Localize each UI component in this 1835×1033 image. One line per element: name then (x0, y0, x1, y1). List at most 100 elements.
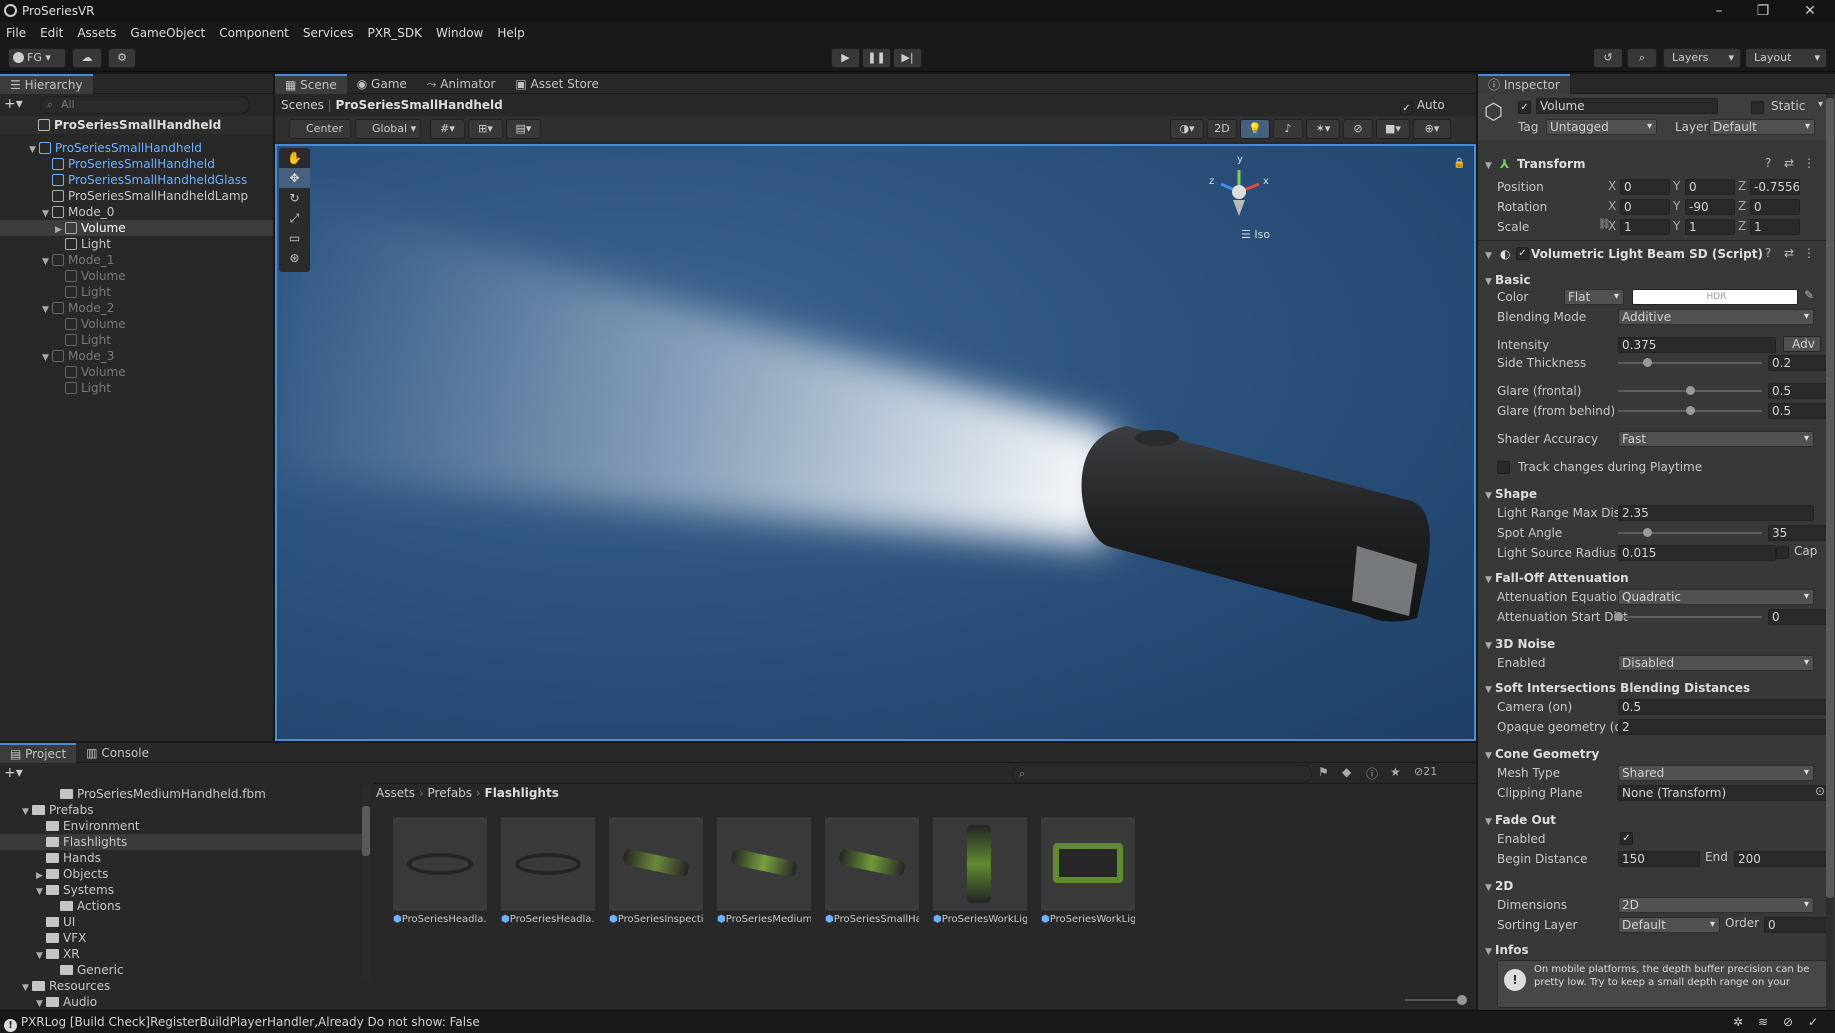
two-d-section[interactable]: ▼ 2D (1478, 876, 1835, 896)
scale-tool-button[interactable]: ⤢ (279, 208, 310, 228)
scene-viewport[interactable]: ✋ ✥ ↻ ⤢ ▭ ⊛ y x z ☰ Iso 🔒 (275, 144, 1476, 741)
prefab-asset[interactable]: ⬢ProSeriesHeadla... (393, 817, 487, 927)
hand-tool-button[interactable]: ✋ (279, 148, 310, 168)
script-enabled-checkbox[interactable]: ✓ (1516, 247, 1529, 260)
status-bar[interactable]: ! PXRLog [Build Check]RegisterBuildPlaye… (0, 1010, 1835, 1032)
step-button[interactable]: ▶| (893, 48, 922, 68)
static-checkbox[interactable] (1751, 101, 1764, 114)
hierarchy-item[interactable]: Volume (0, 268, 273, 284)
spot-angle-value[interactable]: 35 (1768, 525, 1830, 541)
info-icon[interactable]: ⓘ (1366, 765, 1378, 782)
filter-type-icon[interactable]: ⚑ (1318, 765, 1329, 779)
hierarchy-item[interactable]: ▼ ProSeriesSmallHandheld (0, 140, 273, 156)
search-button[interactable]: ⌕ (1627, 48, 1657, 68)
hierarchy-item[interactable]: ▼ Mode_2 (0, 300, 273, 316)
static-dropdown-icon[interactable]: ▾ (1818, 99, 1823, 110)
project-search-input[interactable]: ⌕ (1012, 765, 1312, 783)
lighting-toggle[interactable]: 💡 (1240, 119, 1270, 139)
side-thickness-slider-handle[interactable] (1642, 358, 1652, 367)
basic-section[interactable]: ▼ Basic (1478, 270, 1835, 290)
dimensions-dropdown[interactable]: 2D (1618, 897, 1814, 913)
scale-x-field[interactable]: 1 (1620, 219, 1670, 235)
audio-toggle[interactable]: ♪ (1273, 119, 1303, 139)
folder-item[interactable]: Environment (0, 818, 370, 834)
position-y-field[interactable]: 0 (1685, 179, 1735, 195)
grid-snap-button[interactable]: #▾ (430, 119, 465, 139)
menu-assets[interactable]: Assets (77, 26, 116, 40)
folder-item[interactable]: Generic (0, 962, 370, 978)
inspector-scrollbar[interactable] (1826, 94, 1834, 1010)
folder-item[interactable]: ▼ Systems (0, 882, 370, 898)
scale-z-field[interactable]: 1 (1750, 219, 1800, 235)
menu-pxr-sdk[interactable]: PXR_SDK (368, 26, 423, 40)
folder-item[interactable]: ▼ Audio (0, 994, 370, 1010)
snap-increment-button[interactable]: ⊞▾ (468, 119, 503, 139)
menu-services[interactable]: Services (303, 26, 354, 40)
end-distance-field[interactable]: 200 (1734, 851, 1830, 867)
rotation-x-field[interactable]: 0 (1620, 199, 1670, 215)
hierarchy-item[interactable]: ▼ Mode_3 (0, 348, 273, 364)
filter-label-icon[interactable]: ◆ (1342, 765, 1351, 779)
layers-icon[interactable]: ≋ (1758, 1011, 1768, 1033)
hierarchy-search-input[interactable]: ⌕ All (40, 96, 250, 114)
sorting-layer-dropdown[interactable]: Default (1618, 917, 1720, 933)
hierarchy-item[interactable]: ▼ Mode_1 (0, 252, 273, 268)
hierarchy-item[interactable]: ProSeriesSmallHandheldLamp (0, 188, 273, 204)
prefab-asset[interactable]: ⬢ProSeriesWorkLig... (933, 817, 1027, 927)
hierarchy-item[interactable]: ▶ Volume (0, 220, 273, 236)
folder-item[interactable]: Hands (0, 850, 370, 866)
hierarchy-item[interactable]: Light (0, 380, 273, 396)
script-header[interactable]: ▼ ◐ ✓ Volumetric Light Beam SD (Script) (1478, 244, 1835, 264)
spot-angle-slider[interactable] (1618, 532, 1762, 534)
network-icon[interactable]: ⊘ (1783, 1011, 1793, 1033)
transform-header[interactable]: ▼ ⅄ Transform (1478, 154, 1835, 174)
tab-animator[interactable]: ⤳ Animator (417, 74, 506, 94)
tab-scene[interactable]: ▦ Scene (275, 73, 347, 94)
breadcrumb-scenes[interactable]: Scenes (281, 98, 324, 112)
preset-icon[interactable]: ⇄ (1784, 156, 1794, 170)
cap-checkbox[interactable] (1776, 546, 1789, 559)
shape-section[interactable]: ▼ Shape (1478, 484, 1835, 504)
attenuation-start-value[interactable]: 0 (1768, 609, 1830, 625)
tab-hierarchy[interactable]: ☰ Hierarchy (0, 73, 93, 94)
light-range-field[interactable]: 2.35 (1618, 505, 1814, 521)
more-icon[interactable]: ⋮ (1803, 156, 1815, 170)
camera-dropdown[interactable]: ■▾ (1376, 119, 1410, 139)
scale-y-field[interactable]: 1 (1685, 219, 1735, 235)
attenuation-start-slider[interactable] (1618, 616, 1762, 618)
bug-icon[interactable]: ✲ (1733, 1011, 1743, 1033)
zoom-slider[interactable] (1405, 995, 1467, 1005)
glare-behind-slider-handle[interactable] (1686, 406, 1695, 415)
noise-section[interactable]: ▼ 3D Noise (1478, 634, 1835, 654)
cloud-button[interactable]: ☁ (72, 48, 102, 68)
position-z-field[interactable]: -0.7556 (1750, 179, 1800, 195)
folder-item[interactable]: ▼ Prefabs (0, 802, 370, 818)
layers-dropdown[interactable]: Layers ▾ (1663, 48, 1741, 68)
hierarchy-item[interactable]: Light (0, 236, 273, 252)
tab-project[interactable]: ▤ Project (0, 742, 77, 763)
menu-window[interactable]: Window (436, 26, 483, 40)
lock-icon[interactable]: 🔒 (1453, 158, 1465, 169)
breadcrumb-scene[interactable]: ProSeriesSmallHandheld (336, 98, 503, 112)
orientation-gizmo[interactable]: y x z (1207, 154, 1271, 226)
prefab-asset[interactable]: ⬢ProSeriesSmallHa... (825, 817, 919, 927)
glare-frontal-value[interactable]: 0.5 (1768, 383, 1830, 399)
folder-item[interactable]: Actions (0, 898, 370, 914)
track-changes-checkbox[interactable] (1497, 461, 1510, 474)
attenuation-start-slider-handle[interactable] (1614, 612, 1623, 621)
opaque-geometry-field[interactable]: 2 (1618, 719, 1830, 735)
eyedropper-icon[interactable]: ✎ (1804, 288, 1814, 302)
attenuation-equation-dropdown[interactable]: Quadratic (1618, 589, 1814, 605)
hierarchy-item[interactable]: ▼ Mode_0 (0, 204, 273, 220)
hierarchy-item[interactable]: ProSeriesSmallHandheldGlass (0, 172, 273, 188)
rotation-y-field[interactable]: -90 (1685, 199, 1735, 215)
infos-section[interactable]: ▼ Infos (1478, 940, 1835, 960)
menu-gameobject[interactable]: GameObject (130, 26, 205, 40)
noise-enabled-dropdown[interactable]: Disabled (1618, 655, 1814, 671)
transform-tool-button[interactable]: ⊛ (279, 248, 310, 268)
position-x-field[interactable]: 0 (1620, 179, 1670, 195)
breadcrumb-prefabs[interactable]: Prefabs (428, 786, 473, 800)
spot-angle-slider-handle[interactable] (1642, 528, 1652, 537)
folder-item[interactable]: UI (0, 914, 370, 930)
folder-item[interactable]: ▼ Resources (0, 978, 370, 994)
